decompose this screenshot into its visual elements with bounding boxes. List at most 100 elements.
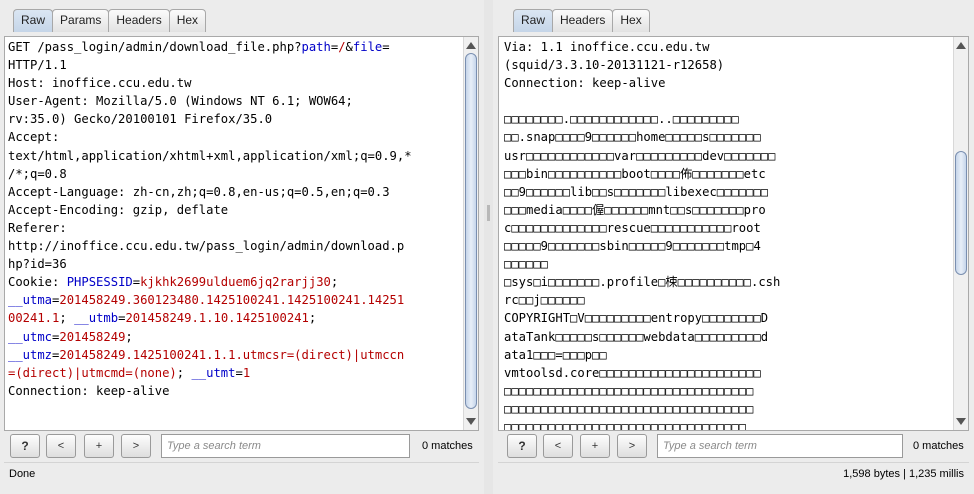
request-line-segment: ; [330,275,339,290]
scroll-down-icon[interactable] [466,418,476,425]
request-line-segment: 201458249 [59,329,126,344]
request-line: Host: inoffice.ccu.edu.tw [8,74,462,92]
request-line-segment: PHPSESSID [66,275,133,290]
request-line-segment: Host: inoffice.ccu.edu.tw [8,76,192,91]
request-line: __utma=201458249.360123480.1425100241.14… [8,291,462,309]
response-editor[interactable]: Via: 1.1 inoffice.ccu.edu.tw (squid/3.3.1… [498,36,969,431]
request-line-segment: path [301,40,331,54]
response-line: □□□□□9□□□□□□□sbin□□□□□9□□□□□□□tmp□4 [504,239,761,254]
request-line: __utmz=201458249.1425100241.1.1.utmcsr=(… [8,346,462,364]
response-line: □□□□□□□□□□□□□□□□□□□□□□□□□□□□□□□□□ [504,419,747,431]
scroll-down-icon[interactable] [956,418,966,425]
response-line: Connection: keep-alive [504,76,666,91]
request-scrollbar[interactable] [463,37,478,430]
status-done: Done [9,468,36,480]
response-tab-headers[interactable]: Headers [552,9,614,32]
next-match-button[interactable]: > [121,434,151,458]
request-line: Connection: keep-alive [8,382,462,400]
request-line: HTTP/1.1 [8,56,462,74]
response-line [504,92,952,110]
help-button[interactable]: ? [10,434,40,458]
help-button[interactable]: ? [507,434,537,458]
request-tab-hex[interactable]: Hex [168,9,207,32]
request-line-segment: 201458249.1425100241.1.1.utmcsr=(direct)… [59,347,405,362]
response-scrollbar[interactable] [953,37,968,430]
request-line-segment: GET /pass_login/admin/download_file.php? [8,40,302,54]
request-line: hp?id=36 [8,255,462,273]
request-line: User-Agent: Mozilla/5.0 (Windows NT 6.1;… [8,92,462,110]
request-line-segment: 1 [242,365,251,380]
scroll-up-icon[interactable] [466,42,476,49]
request-tab-raw[interactable]: Raw [13,9,54,32]
request-editor[interactable]: GET /pass_login/admin/download_file.php?… [4,36,479,431]
response-match-count: 0 matches [913,440,964,452]
response-line: (squid/3.3.10-20131121-r12658) [504,58,725,73]
response-line: □□□□□□□□□□□□□□□□□□□□□□□□□□□□□□□□□□ [504,401,754,416]
request-tab-params[interactable]: Params [52,9,110,32]
previous-match-button[interactable]: < [543,434,573,458]
request-line: Accept: [8,128,462,146]
request-line-segment: = [235,365,243,380]
request-line: text/html,application/xhtml+xml,applicat… [8,147,462,165]
next-match-button[interactable]: > [617,434,647,458]
response-search-bar: ? < + > 0 matches [498,433,969,460]
previous-match-button[interactable]: < [46,434,76,458]
request-divider [4,462,479,463]
request-search-input[interactable] [161,434,410,458]
response-line: □□□□□□□□.□□□□□□□□□□□□..□□□□□□□□□ [504,112,739,127]
request-line: Cookie: PHPSESSID=kjkhk2699ulduem6jq2rar… [8,273,462,291]
response-search-input[interactable] [657,434,903,458]
request-pane: Raw Params Headers Hex GET /pass_login/a… [0,0,484,494]
request-line-segment: 201458249.360123480.1425100241.142510024… [59,293,405,308]
request-line-segment: Accept-Encoding: gzip, deflate [8,202,229,217]
response-line: □□.snap□□□□9□□□□□□home□□□□□s□□□□□□□ [504,130,761,145]
request-tabs: Raw Params Headers Hex [13,9,207,32]
request-line-segment: Cookie: [8,275,67,290]
response-line: Via: 1.1 inoffice.ccu.edu.tw [504,40,710,54]
request-line: =(direct)|utmcmd=(none); __utmt=1 [8,364,462,382]
response-divider [498,462,969,463]
request-tab-headers[interactable]: Headers [108,9,170,32]
response-line: vmtoolsd.core□□□□□□□□□□□□□□□□□□□□□□ [504,365,761,380]
response-scroll-thumb[interactable] [955,151,967,275]
response-tab-raw[interactable]: Raw [513,9,554,32]
request-line-segment: ; [59,311,75,326]
request-line-segment: HTTP/1.1 [8,58,67,73]
request-line-segment: __utma [8,293,53,308]
request-line: Referer: [8,219,462,237]
response-line: c□□□□□□□□□□□□□rescue□□□□□□□□□□□root [504,220,761,235]
request-line-segment: Accept: [8,130,60,145]
request-line-segment: Referer: [8,220,67,235]
response-line: □□□media□□□□偓□□□□□□mnt□□s□□□□□□□pro [504,202,766,217]
splitter-grip-icon[interactable] [487,205,490,221]
scroll-up-icon[interactable] [956,42,966,49]
response-line: COPYRIGHT□V□□□□□□□□□entropy□□□□□□□□D [504,311,769,326]
request-line-segment: & [345,40,353,54]
request-raw-text[interactable]: GET /pass_login/admin/download_file.php?… [8,38,462,400]
request-search-bar: ? < + > 0 matches [4,433,479,460]
request-line-segment: User-Agent: Mozilla/5.0 (Windows NT 6.1;… [8,94,353,109]
request-match-count: 0 matches [422,440,473,452]
response-line: usr□□□□□□□□□□□□var□□□□□□□□□dev□□□□□□□ [504,148,776,163]
request-scroll-thumb[interactable] [465,53,477,409]
response-line: □sys□i□□□□□□□.profile□梀□□□□□□□□□□.csh [504,275,781,290]
request-line-segment: =(direct)|utmcmd=(none) [8,365,177,380]
request-line-segment: = [382,40,390,54]
request-line-segment: http://inoffice.ccu.edu.tw/pass_login/ad… [8,239,405,254]
request-line-segment: Accept-Language: zh-cn,zh;q=0.8,en-us;q=… [8,184,390,199]
request-line: 00241.1; __utmb=201458249.1.10.142510024… [8,309,462,327]
response-line: ata1□□□=□□□p□□ [504,347,607,362]
add-button[interactable]: + [580,434,610,458]
response-raw-text[interactable]: Via: 1.1 inoffice.ccu.edu.tw (squid/3.3.1… [504,38,952,431]
request-line-segment: = [132,275,141,290]
pane-splitter[interactable] [484,0,493,494]
request-line-segment: rv:35.0) Gecko/20100101 Firefox/35.0 [8,112,273,127]
request-line-segment: ; [308,311,317,326]
request-line: Accept-Encoding: gzip, deflate [8,201,462,219]
response-line: □□□□□□ [504,257,549,272]
request-line-segment: __utmz [8,347,53,362]
request-line-segment: __utmc [8,329,53,344]
response-tab-hex[interactable]: Hex [612,9,650,32]
request-line-segment: 00241.1 [8,311,60,326]
add-button[interactable]: + [84,434,114,458]
